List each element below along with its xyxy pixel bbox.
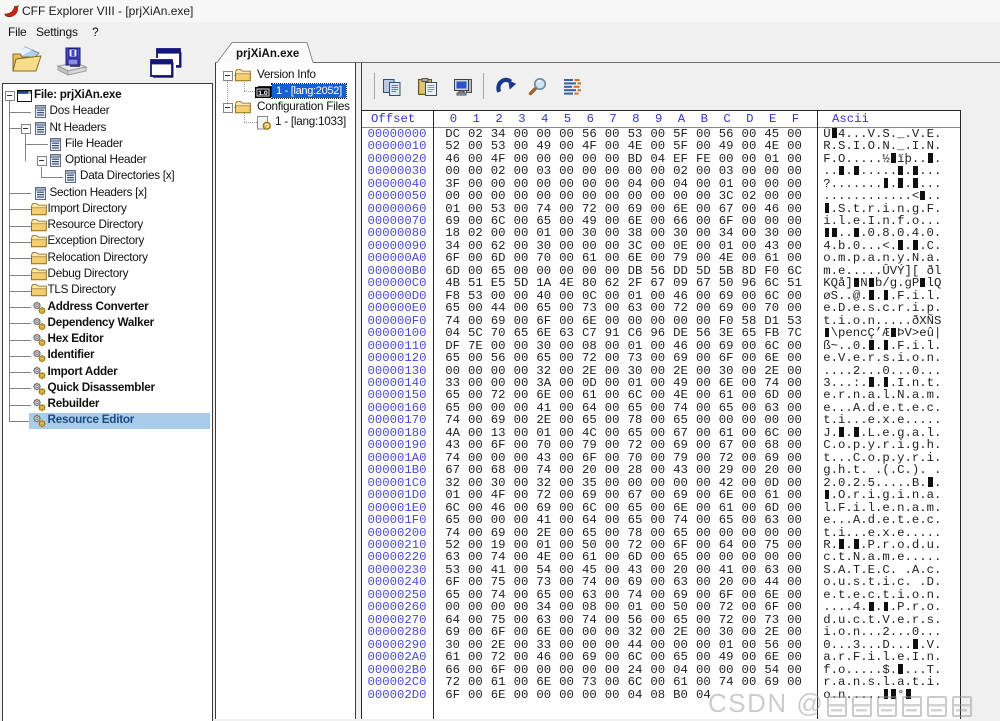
svg-text:1.0: 1.0 <box>258 90 268 97</box>
